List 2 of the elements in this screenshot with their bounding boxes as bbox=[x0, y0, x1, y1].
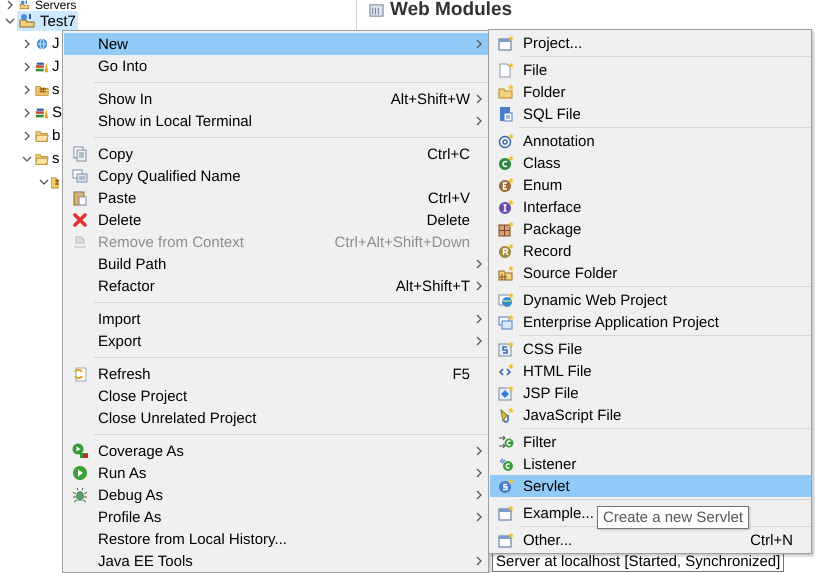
tooltip: Create a new Servlet bbox=[597, 506, 750, 529]
section-title: Web Modules bbox=[390, 0, 512, 21]
